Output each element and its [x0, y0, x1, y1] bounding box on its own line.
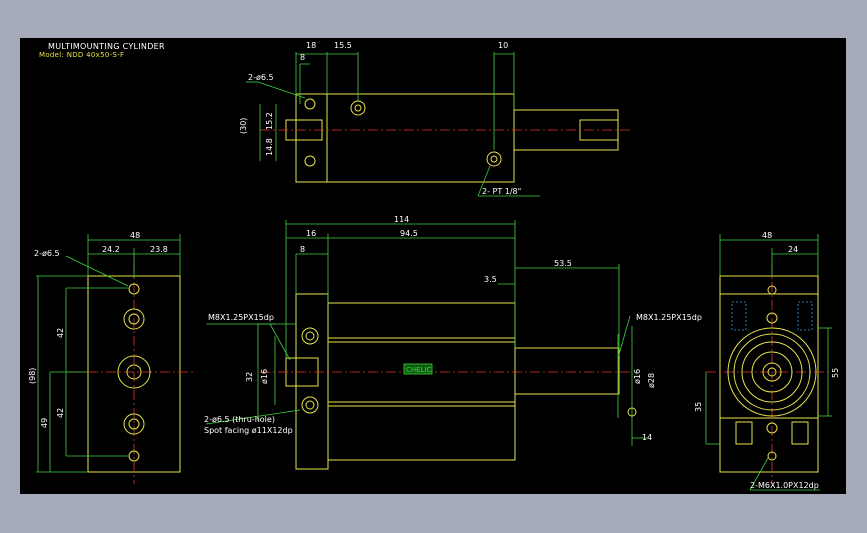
- front-body: [327, 302, 516, 461]
- drawing-svg: .yl{stroke:#e6e34a;fill:none;stroke-widt…: [28, 41, 840, 491]
- left-dim-42a: 42: [56, 328, 65, 338]
- front-dim-32: 32: [245, 372, 254, 382]
- front-dim-phi28: ø28: [647, 373, 656, 388]
- right-dim-35: 35: [694, 402, 703, 412]
- left-dim-98: (98): [28, 368, 37, 384]
- front-hole-label-1: 2-ø6.5 (thru-hole): [204, 415, 275, 424]
- front-spotface-2: [301, 396, 319, 414]
- top-body-outline: [295, 93, 515, 183]
- right-dim-48: 48: [762, 231, 772, 240]
- right-tslot-1: [735, 421, 753, 445]
- top-dim-8: 8: [300, 53, 305, 62]
- top-port-label: 2- PT 1/8": [482, 187, 521, 196]
- left-dim-23-8: 23.8: [150, 245, 168, 254]
- front-dim-3-5: 3.5: [484, 275, 497, 284]
- front-logo-text: CHELIC: [406, 366, 432, 374]
- front-dim-14: 14: [642, 433, 652, 442]
- front-spotface-1: [301, 327, 319, 345]
- right-dim-24: 24: [788, 245, 798, 254]
- left-hole-label: 2-ø6.5: [34, 249, 60, 258]
- left-dim-48: 48: [130, 231, 140, 240]
- top-dim-30: (30): [239, 118, 248, 134]
- front-thread-right: M8X1.25PX15dp: [636, 313, 702, 322]
- front-dim-8: 8: [300, 245, 305, 254]
- top-port-2: [486, 151, 502, 167]
- top-dim-15-2: 15.2: [265, 112, 274, 130]
- left-dim-24-2: 24.2: [102, 245, 120, 254]
- front-dim-114: 114: [394, 215, 409, 224]
- left-view: [36, 234, 194, 484]
- top-dim-18: 18: [306, 41, 316, 50]
- right-tslot-2: [791, 421, 809, 445]
- right-dim-55: 55: [831, 368, 840, 378]
- front-dim-16: 16: [306, 229, 316, 238]
- top-view: [246, 52, 630, 197]
- front-hole-label-2: Spot facing ø11X12dp: [204, 426, 293, 435]
- left-dim-49: 49: [40, 418, 49, 428]
- front-dim-phi16-right: ø16: [633, 369, 642, 384]
- front-rod: [514, 347, 620, 395]
- left-dim-42b: 42: [56, 408, 65, 418]
- cad-canvas: MULTIMOUNTING CYLINDER Model: NDD 40x50-…: [20, 38, 846, 494]
- top-hole-1: [304, 98, 316, 110]
- top-hole-2: [304, 155, 316, 167]
- front-dim-53-5: 53.5: [554, 259, 572, 268]
- front-dim-94-5: 94.5: [400, 229, 418, 238]
- right-view: [705, 234, 832, 491]
- top-hole-label: 2-ø6.5: [248, 73, 274, 82]
- top-port-1: [350, 100, 366, 116]
- front-dim-phi16-left: ø16: [260, 369, 269, 384]
- right-hidden-slot-2: [797, 301, 813, 331]
- front-thread-left: M8X1.25PX15dp: [208, 313, 274, 322]
- right-hidden-slot-1: [731, 301, 747, 331]
- top-dim-15-5: 15.5: [334, 41, 352, 50]
- top-dim-10: 10: [498, 41, 508, 50]
- right-thread-label: 2-M6X1.0PX12dp: [750, 481, 819, 490]
- top-dim-14-8: 14.8: [265, 138, 274, 156]
- front-flange: [295, 293, 329, 470]
